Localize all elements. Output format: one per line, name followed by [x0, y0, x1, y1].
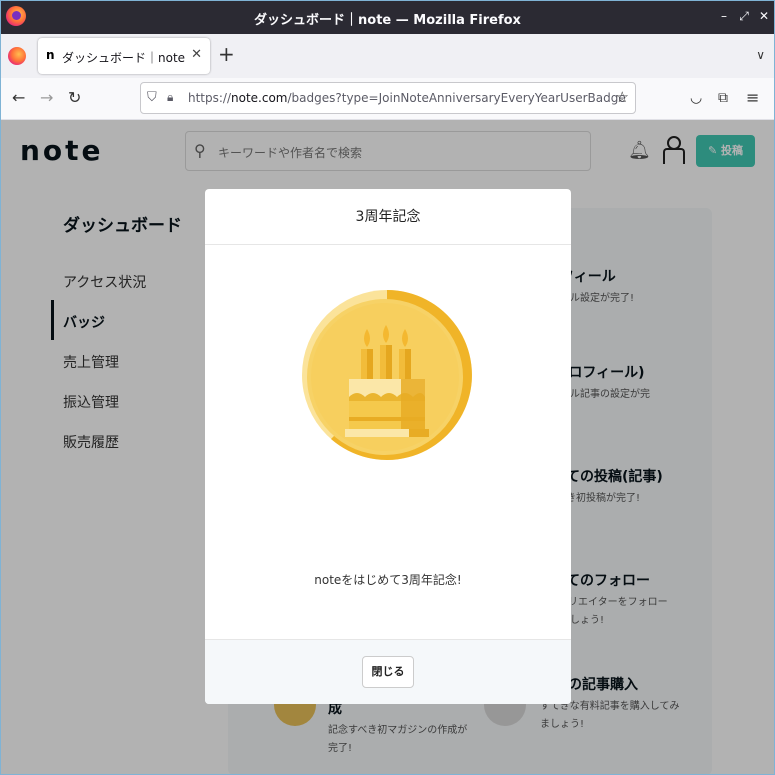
- note-favicon-icon: n: [46, 48, 55, 62]
- lock-icon[interactable]: 🔒︎: [167, 90, 173, 105]
- page-content: note ⚲ キーワードや作者名で検索 🔔︎ ✎ 投稿 ダッシュボード アクセス…: [0, 120, 775, 775]
- window-title: ダッシュボード｜note — Mozilla Firefox: [254, 13, 521, 28]
- menu-icon[interactable]: ≡: [746, 89, 759, 107]
- tab-label: ダッシュボード｜note: [62, 51, 186, 65]
- url-text[interactable]: https://note.com/badges?type=JoinNoteAnn…: [188, 91, 626, 105]
- minimize-icon[interactable]: –: [716, 8, 732, 24]
- pocket-icon[interactable]: ◡: [690, 89, 702, 107]
- tab-strip: n ダッシュボード｜note ✕ + ∨: [0, 34, 775, 78]
- modal-message: noteをはじめて3周年記念!: [314, 573, 462, 587]
- close-window-icon[interactable]: ✕: [756, 8, 772, 24]
- close-button[interactable]: 閉じる: [362, 656, 414, 688]
- navigation-bar: ← → ↻ ⛉ 🔒︎ https://note.com/badges?type=…: [0, 78, 775, 120]
- shield-icon[interactable]: ⛉: [147, 90, 157, 105]
- window-titlebar: ダッシュボード｜note — Mozilla Firefox – ⤢ ✕: [0, 0, 775, 34]
- list-all-tabs-icon[interactable]: ∨: [756, 48, 765, 62]
- back-icon[interactable]: ←: [12, 89, 25, 107]
- anniversary-cake-icon: [301, 289, 473, 461]
- bookmark-star-icon[interactable]: ☆: [616, 88, 629, 106]
- reload-icon[interactable]: ↻: [68, 89, 81, 107]
- restore-icon[interactable]: ⤢: [736, 8, 752, 24]
- url-bar[interactable]: ⛉ 🔒︎ https://note.com/badges?type=JoinNo…: [140, 82, 636, 114]
- new-tab-icon[interactable]: +: [218, 44, 235, 64]
- badge-modal: 3周年記念 noteをはじめて3周年記念! 閉じる: [205, 189, 571, 704]
- extensions-icon[interactable]: ⧉: [718, 89, 728, 107]
- modal-title: 3周年記念: [205, 189, 571, 245]
- firefox-view-icon[interactable]: [8, 47, 26, 65]
- modal-footer: 閉じる: [205, 639, 571, 704]
- tab-dashboard[interactable]: n ダッシュボード｜note ✕: [38, 38, 210, 74]
- forward-icon[interactable]: →: [40, 89, 53, 107]
- tab-close-icon[interactable]: ✕: [191, 47, 202, 62]
